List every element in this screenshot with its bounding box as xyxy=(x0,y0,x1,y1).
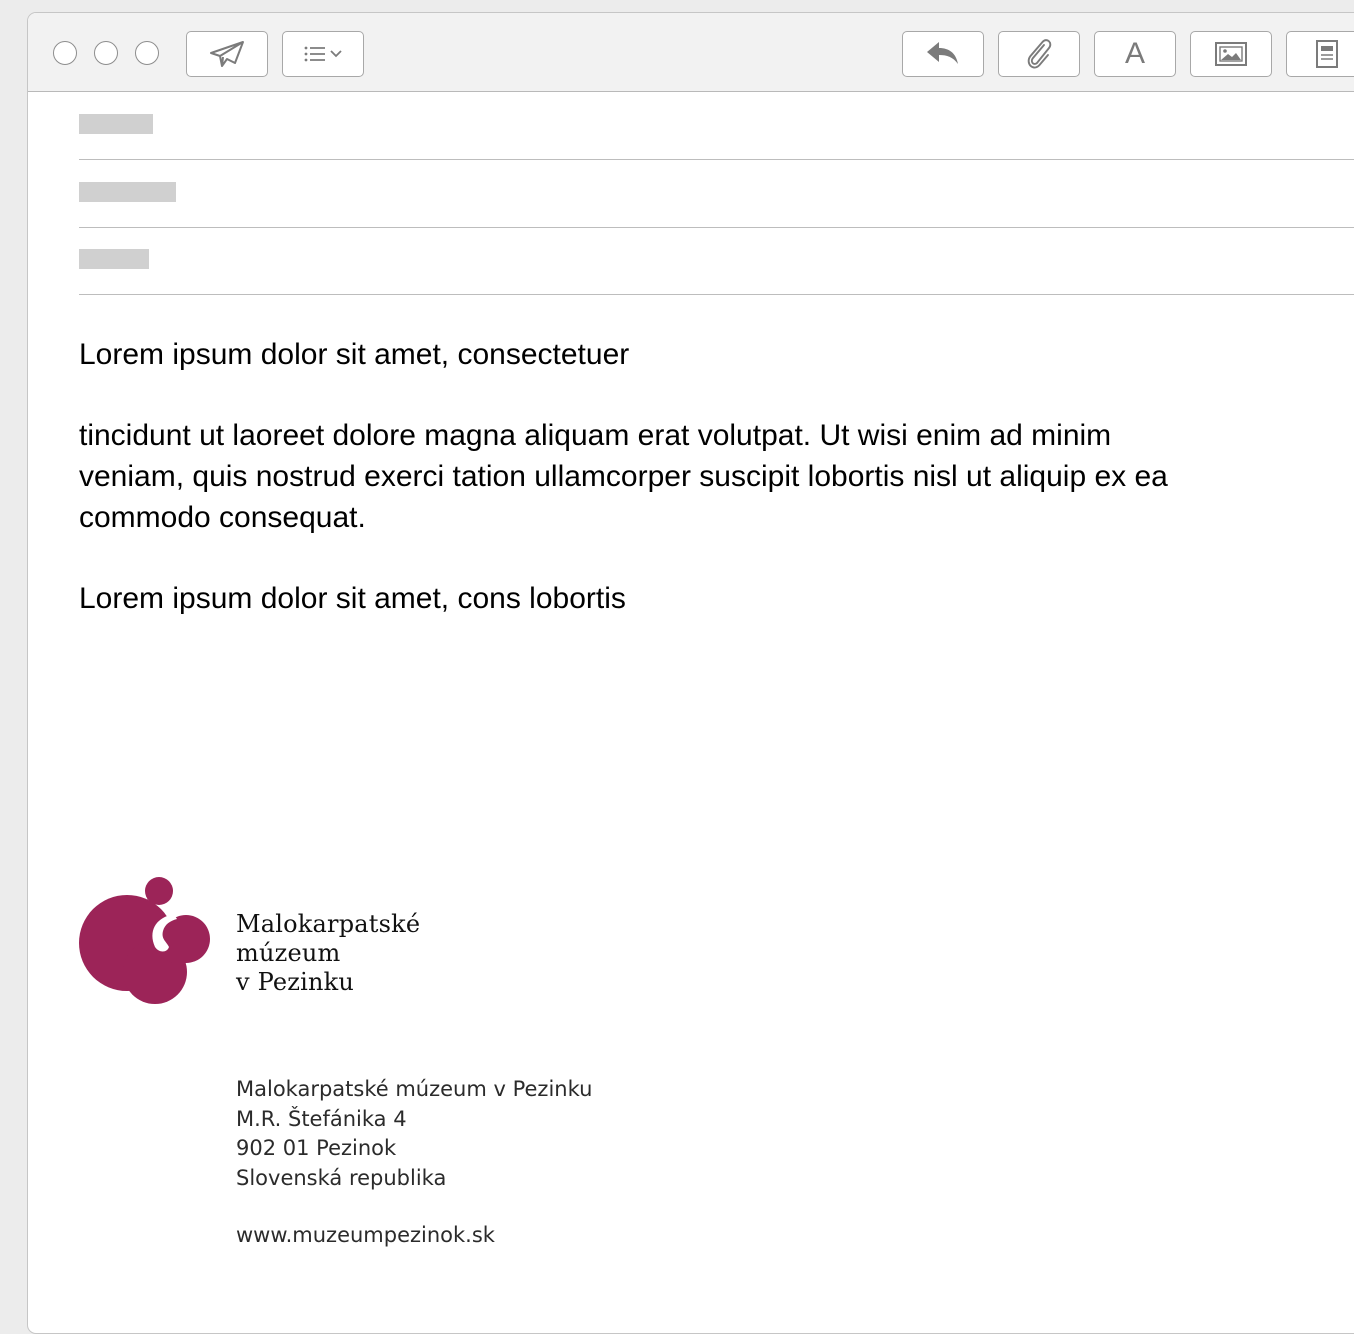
logo-line: Malokarpatské xyxy=(236,910,421,938)
to-field-row[interactable] xyxy=(79,92,1354,160)
image-icon xyxy=(1215,42,1247,66)
message-paragraph[interactable]: tincidunt ut laoreet dolore magna aliqua… xyxy=(79,415,1179,538)
list-icon xyxy=(304,46,342,62)
address-line: M.R. Štefánika 4 xyxy=(236,1106,407,1131)
address-line: 902 01 Pezinok xyxy=(236,1136,397,1160)
cc-field-row[interactable] xyxy=(79,160,1354,228)
address-line: Slovenská republika xyxy=(236,1165,447,1190)
close-window-button[interactable] xyxy=(53,41,77,65)
minimize-window-button[interactable] xyxy=(94,41,118,65)
subject-field-label-placeholder xyxy=(79,249,149,269)
photo-browser-button[interactable] xyxy=(1190,31,1272,77)
signature-address: Malokarpatské múzeum v Pezinku M.R. Štef… xyxy=(236,1075,592,1193)
website-link[interactable]: www.muzeumpezinok.sk xyxy=(236,1221,495,1250)
reply-button[interactable] xyxy=(902,31,984,77)
logo-line: múzeum xyxy=(236,939,341,967)
message-paragraph[interactable]: Lorem ipsum dolor sit amet, consectetuer xyxy=(79,334,1179,375)
logo-wordmark: Malokarpatské múzeum v Pezinku xyxy=(236,910,420,997)
paperclip-icon xyxy=(1027,39,1052,69)
logo-line: v Pezinku xyxy=(236,968,355,996)
format-list-button[interactable] xyxy=(282,31,364,77)
send-button[interactable] xyxy=(186,31,268,77)
to-field-label-placeholder xyxy=(79,114,153,134)
font-button[interactable]: A xyxy=(1094,31,1176,77)
chevron-down-icon xyxy=(330,50,342,58)
stationery-button[interactable] xyxy=(1286,31,1354,77)
subject-field-row[interactable] xyxy=(79,227,1354,295)
toolbar: A xyxy=(28,13,1354,92)
font-icon: A xyxy=(1124,37,1145,70)
reply-arrow-icon xyxy=(927,42,958,64)
attach-button[interactable] xyxy=(998,31,1080,77)
mail-compose-window: A Lorem ipsum dolor sit amet, consectetu… xyxy=(27,12,1354,1334)
cc-field-label-placeholder xyxy=(79,182,176,202)
paper-plane-icon xyxy=(210,41,244,67)
address-line: Malokarpatské múzeum v Pezinku xyxy=(236,1077,593,1101)
museum-logo-icon xyxy=(79,877,210,1004)
document-icon xyxy=(1316,40,1338,68)
zoom-window-button[interactable] xyxy=(135,41,159,65)
message-paragraph[interactable]: Lorem ipsum dolor sit amet, cons loborti… xyxy=(79,578,1179,619)
